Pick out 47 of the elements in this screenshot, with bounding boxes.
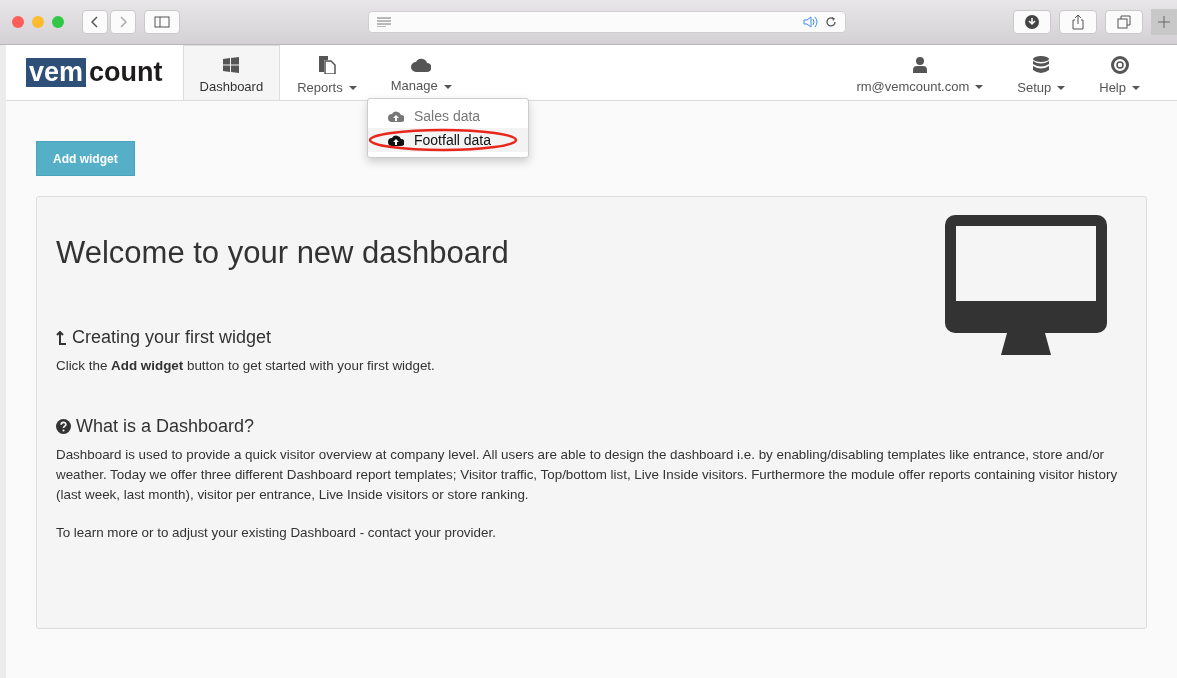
menu-item[interactable]: Footfall data — [368, 128, 528, 152]
nav-tab[interactable]: rm@vemcount.com — [839, 45, 1001, 100]
download-button[interactable] — [1013, 10, 1051, 34]
database-icon — [1033, 55, 1050, 74]
user-icon — [912, 56, 927, 73]
new-tab-button[interactable] — [1151, 9, 1177, 35]
cloud-upload-icon — [388, 110, 404, 122]
tabs-button[interactable] — [1105, 10, 1143, 34]
cloud-upload-icon — [388, 134, 404, 146]
question-circle-icon — [56, 419, 71, 434]
cloud-icon — [411, 57, 432, 72]
zoom-window-button[interactable] — [52, 16, 64, 28]
chevron-left-icon — [91, 16, 99, 28]
lifebuoy-icon — [1110, 55, 1129, 74]
nav-tab[interactable]: Setup — [1000, 45, 1083, 100]
plus-icon — [1158, 16, 1170, 28]
sidebar-button[interactable] — [144, 10, 180, 34]
chevron-right-icon — [119, 16, 127, 28]
share-button[interactable] — [1059, 10, 1097, 34]
section-heading: What is a Dashboard? — [76, 416, 255, 437]
minimize-window-button[interactable] — [32, 16, 44, 28]
reader-icon — [377, 17, 391, 27]
menu-item[interactable]: Sales data — [368, 104, 528, 128]
download-icon — [1025, 15, 1039, 29]
share-icon — [1071, 14, 1085, 30]
paragraph: Click the Add widget button to get started with your first widget. — [56, 357, 436, 375]
section-heading: Creating your first widget — [72, 327, 272, 348]
arrow-up-icon — [56, 330, 67, 345]
nav-tab[interactable]: Reports — [280, 45, 374, 100]
nav-tab[interactable]: Manage — [373, 45, 469, 100]
monitor-icon — [945, 215, 1107, 355]
speaker-icon — [803, 16, 819, 28]
nav-tab[interactable]: Dashboard — [182, 45, 281, 100]
sidebar-icon — [154, 16, 170, 28]
paragraph: To learn more or to adjust your existing Dashboard - contact your provider. — [56, 524, 497, 542]
tabs-icon — [1117, 15, 1131, 29]
panel-title: Welcome to your new dashboard — [56, 235, 510, 271]
forward-button[interactable] — [110, 10, 136, 34]
paragraph: Dashboard is used to provide a quick visitor overview at company level. All users are able to design the dashboard i.e. by enabling/disabling templates like entrance, store and/or weather. Today we offer three different Dashboard report templates; Visitor traffic, Top/bottom list, Live Inside visitors. Furthermore the module offer reports containing visitor history (last week, last month), visitor per entrance, Live Inside visitors or store ranking. — [56, 446, 1119, 504]
reload-icon — [825, 16, 837, 28]
files-icon — [317, 55, 336, 74]
back-button[interactable] — [82, 10, 108, 34]
nav-tab[interactable]: Help — [1082, 45, 1157, 100]
windows-icon — [223, 56, 240, 73]
close-window-button[interactable] — [12, 16, 24, 28]
logo[interactable]: vem count — [26, 45, 163, 100]
address-bar[interactable] — [368, 11, 846, 33]
